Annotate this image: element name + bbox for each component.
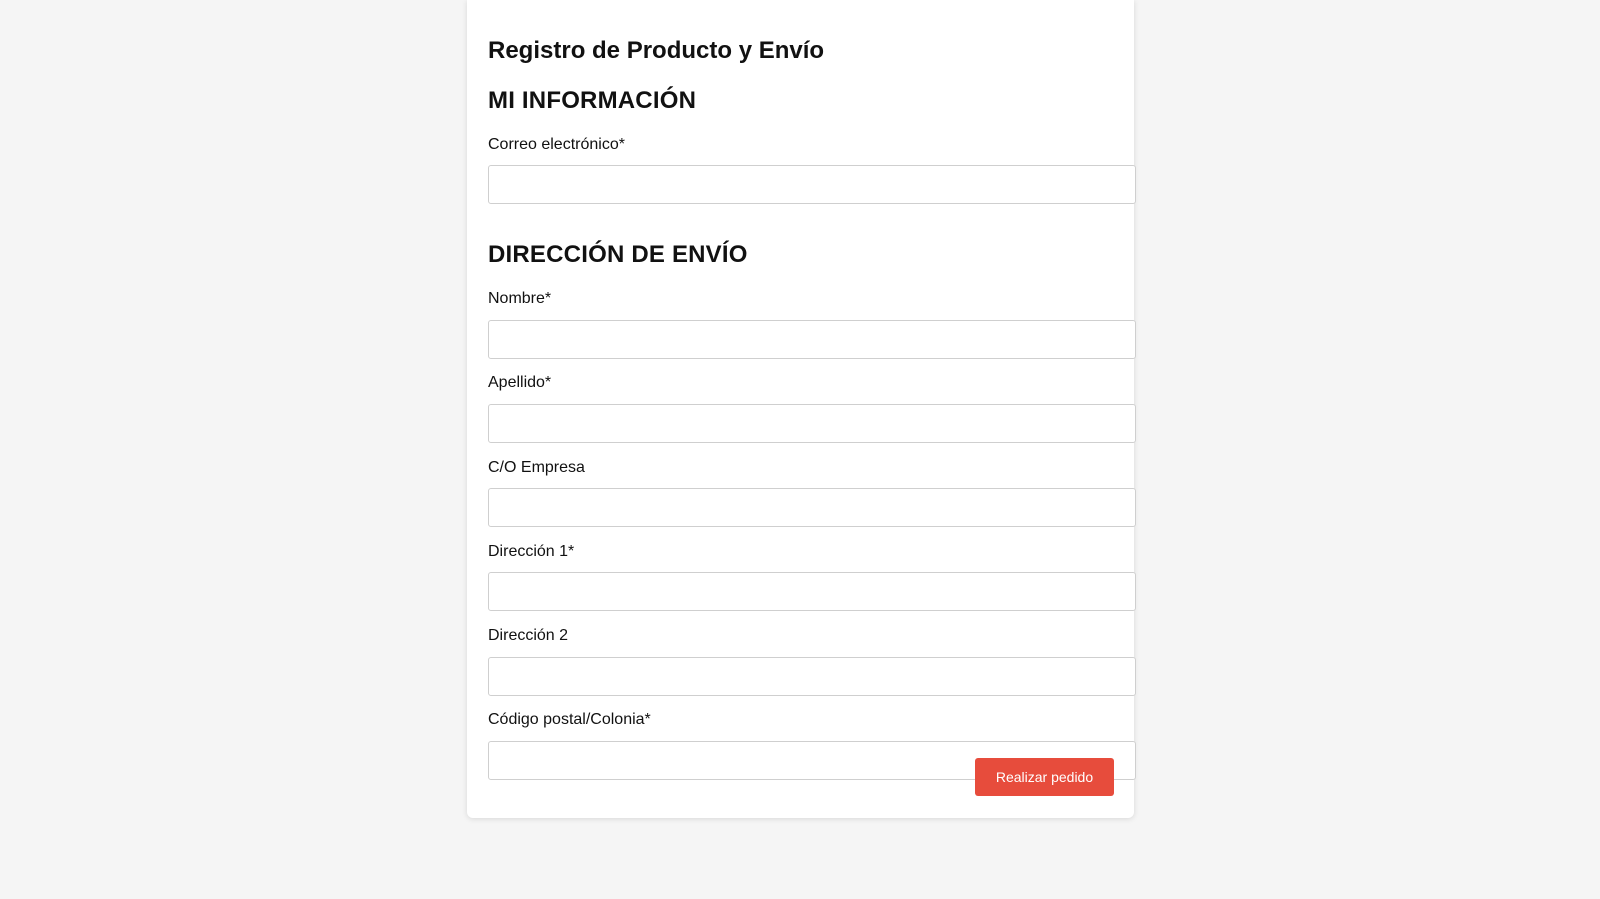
company-label: C/O Empresa	[488, 459, 585, 476]
registration-form-card: Registro de Producto y Envío MI INFORMAC…	[467, 0, 1136, 818]
last-name-label: Apellido*	[488, 374, 552, 391]
email-field[interactable]	[488, 165, 1136, 204]
address2-field[interactable]	[488, 657, 1136, 696]
address2-label: Dirección 2	[488, 627, 569, 644]
shipping-address-heading: DIRECCIÓN DE ENVÍO	[488, 241, 748, 268]
my-info-heading: MI INFORMACIÓN	[488, 87, 697, 114]
address1-field[interactable]	[488, 572, 1136, 611]
email-label: Correo electrónico*	[488, 136, 625, 153]
last-name-field[interactable]	[488, 404, 1136, 443]
company-field[interactable]	[488, 488, 1136, 527]
postal-code-label: Código postal/Colonia*	[488, 711, 651, 728]
page-title: Registro de Producto y Envío	[488, 37, 825, 64]
address1-label: Dirección 1*	[488, 543, 575, 560]
first-name-label: Nombre*	[488, 290, 552, 307]
place-order-button[interactable]: Realizar pedido	[975, 758, 1114, 796]
first-name-field[interactable]	[488, 320, 1136, 359]
